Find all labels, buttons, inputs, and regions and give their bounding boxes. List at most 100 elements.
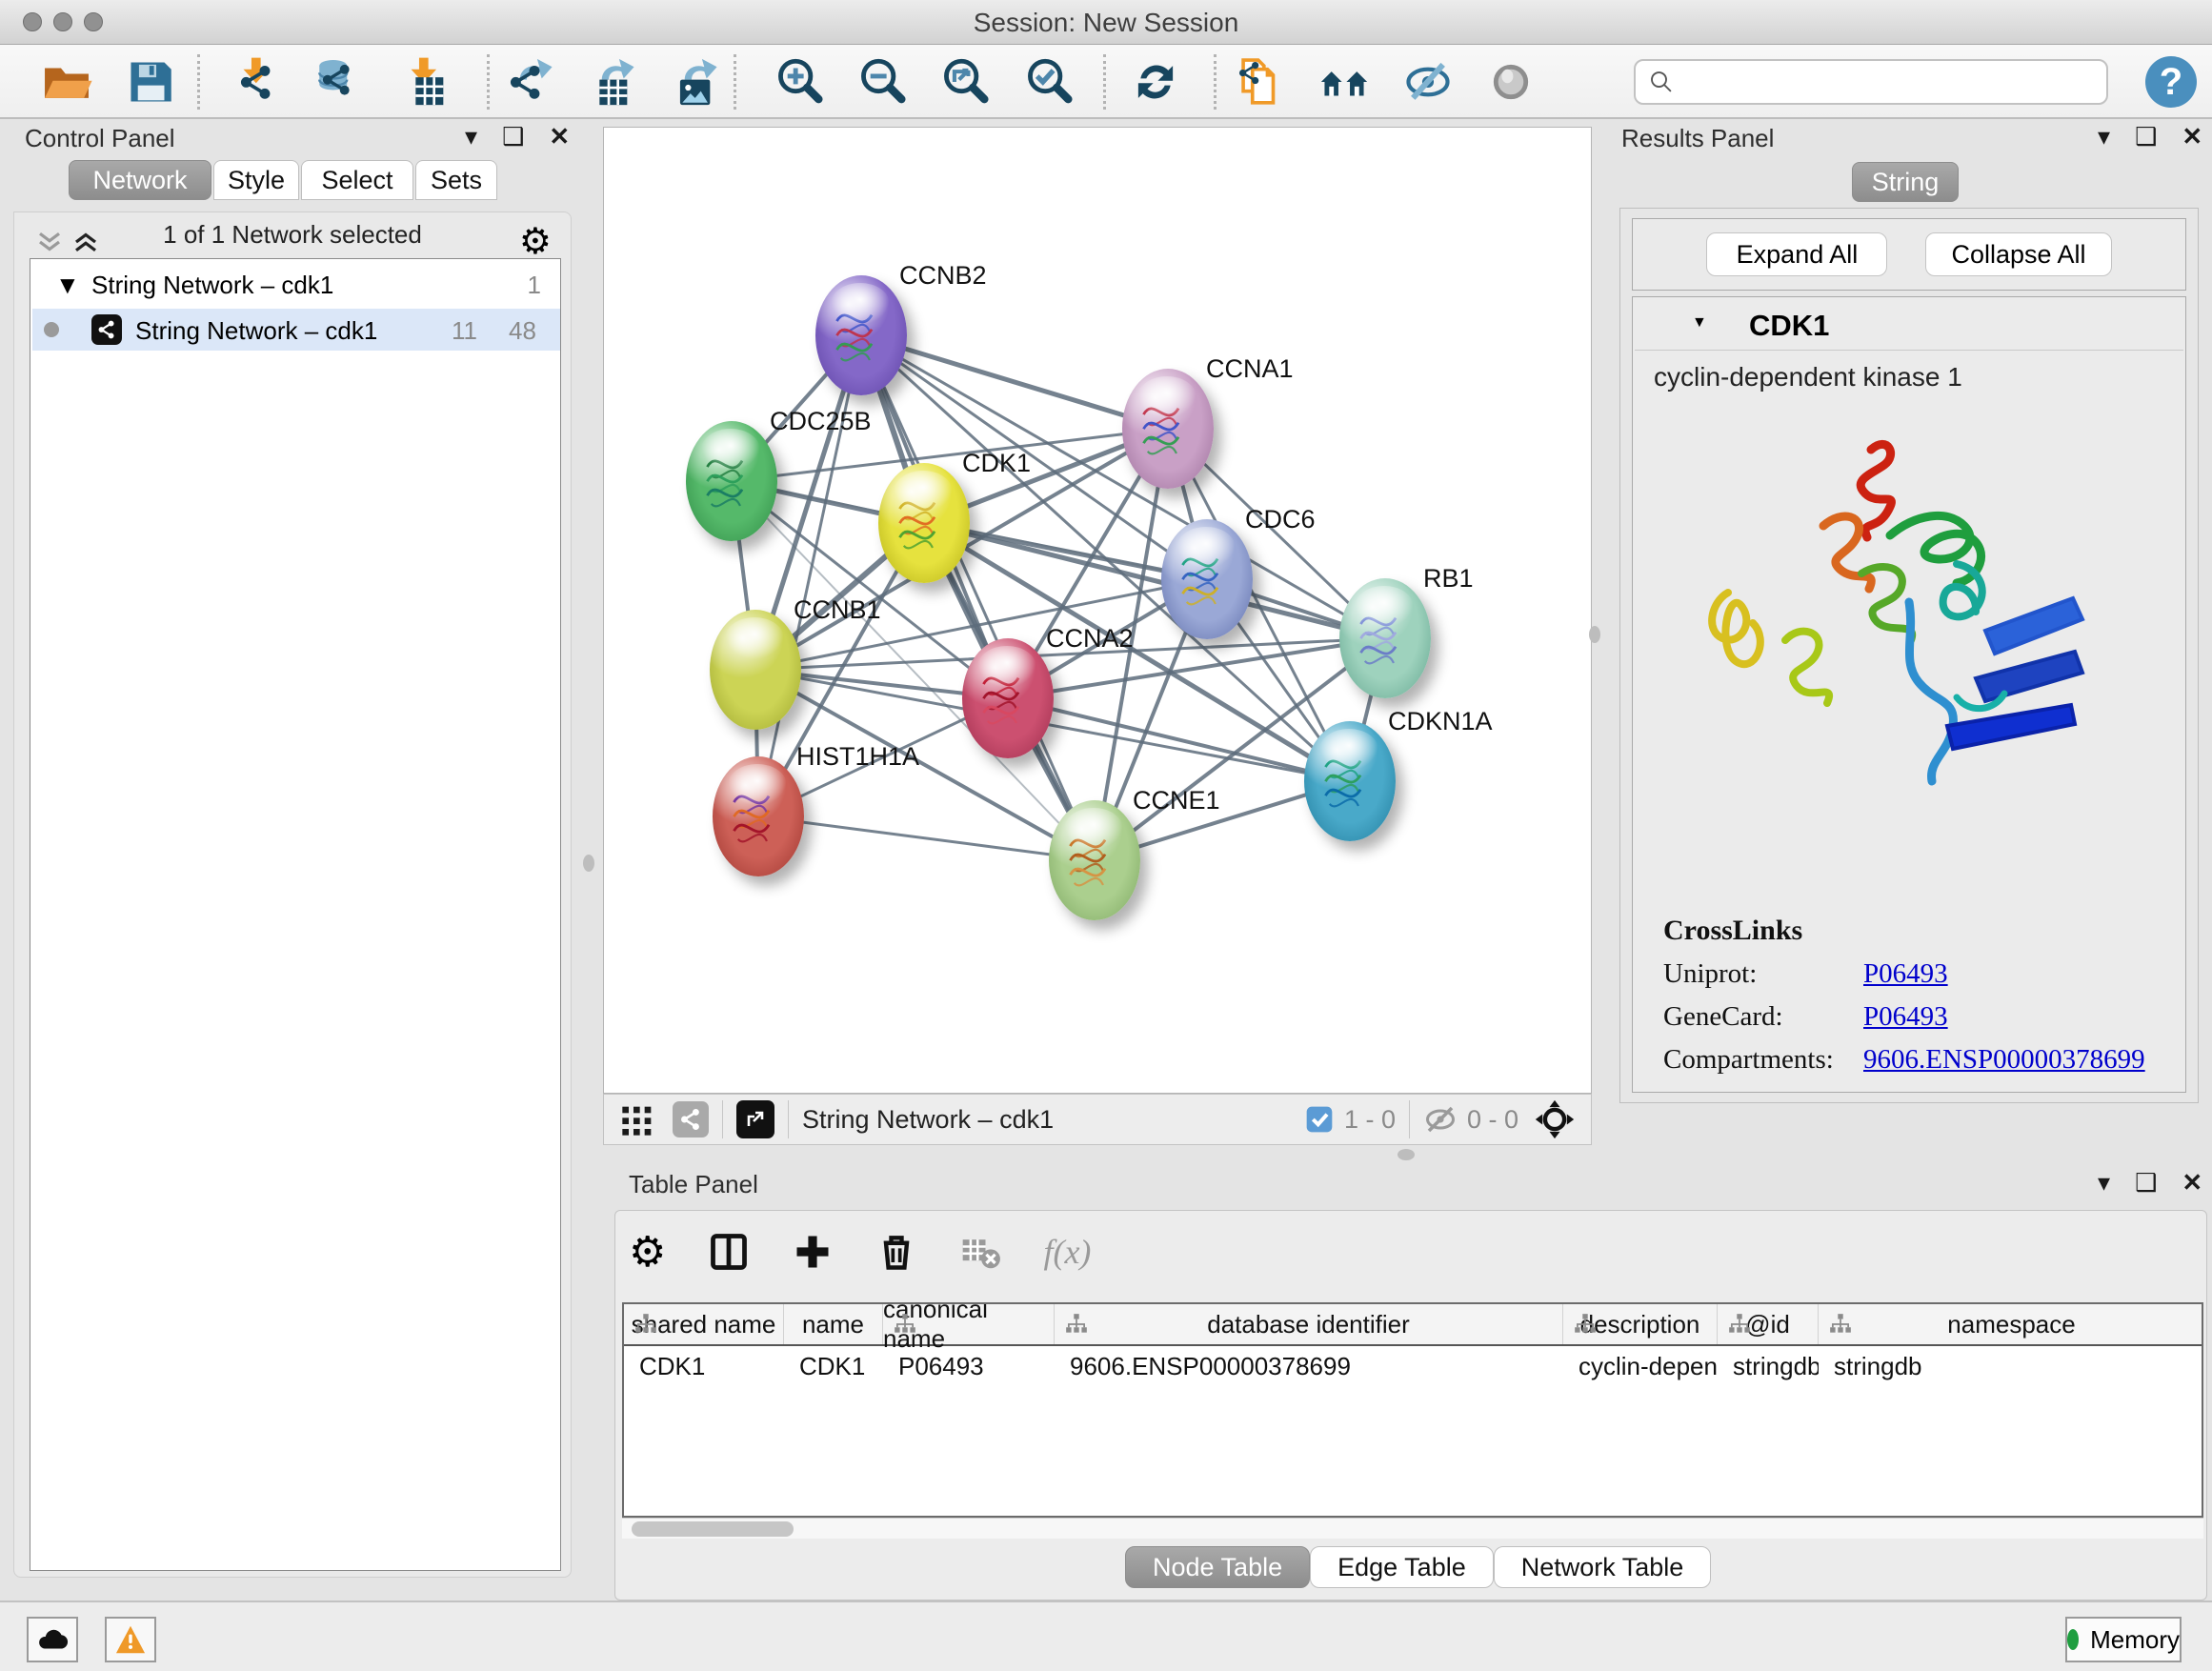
table-cell[interactable]: stringdb:9... (1718, 1346, 1819, 1386)
selected-checkbox-icon[interactable] (1304, 1104, 1335, 1135)
node-cdkn1a[interactable] (1304, 721, 1396, 841)
clone-network-button[interactable] (1229, 51, 1290, 112)
node-entry-header[interactable]: ▼ CDK1 (1635, 305, 2183, 351)
function-builder-icon[interactable]: f(x) (1043, 1232, 1091, 1272)
create-column-plus-icon[interactable] (792, 1231, 834, 1273)
table-horizontal-scrollbar[interactable] (622, 1518, 2203, 1539)
column-header-name[interactable]: name (784, 1304, 883, 1344)
save-session-button[interactable] (120, 51, 181, 112)
panel-float-icon[interactable]: ❑ (502, 122, 524, 151)
collapse-all-button[interactable]: Collapse All (1925, 232, 2111, 276)
collection-expand-icon[interactable]: ▼ (55, 271, 80, 300)
crosslink-link[interactable]: P06493 (1863, 958, 1948, 990)
zoom-in-button[interactable] (770, 51, 831, 112)
node-cdc6[interactable] (1161, 519, 1253, 639)
zoom-fit-button[interactable] (935, 51, 996, 112)
open-in-browser-icon[interactable] (736, 1100, 774, 1138)
expand-all-button[interactable]: Expand All (1706, 232, 1887, 276)
export-network-button[interactable] (496, 51, 557, 112)
table-options-gear-icon[interactable]: ⚙ (629, 1228, 666, 1277)
import-database-button[interactable] (310, 51, 371, 112)
column-label: database identifier (1207, 1310, 1409, 1339)
panel-close-icon[interactable]: ✕ (2182, 122, 2202, 151)
tab-select[interactable]: Select (301, 160, 413, 200)
memory-button[interactable]: Memory (2065, 1617, 2182, 1662)
warnings-button[interactable] (105, 1617, 156, 1662)
delete-column-trash-icon[interactable] (875, 1231, 917, 1273)
apply-layout-button[interactable] (1314, 51, 1375, 112)
table-cell[interactable]: CDK1 (624, 1346, 784, 1386)
network-canvas[interactable]: CCNB2CCNA1CDC25BCDK1CDC6RB1CCNB1CCNA2CDK… (603, 127, 1592, 1094)
node-ccna1[interactable] (1122, 369, 1214, 489)
tab-network-table[interactable]: Network Table (1494, 1546, 1712, 1588)
tab-string[interactable]: String (1852, 162, 1959, 202)
string-style-icon[interactable] (673, 1101, 709, 1137)
right-splitter-handle[interactable] (1589, 626, 1600, 643)
tab-node-table[interactable]: Node Table (1125, 1546, 1310, 1588)
panel-float-icon[interactable]: ❑ (2135, 122, 2157, 151)
node-cdk1[interactable] (878, 463, 970, 583)
panel-collapse-icon[interactable]: ▾ (465, 122, 477, 151)
network-collection-row[interactable]: ▼ String Network – cdk1 1 (30, 265, 560, 307)
node-cdc25b[interactable] (686, 421, 777, 541)
column-header--id[interactable]: @id (1718, 1304, 1819, 1344)
birdseye-grid-icon[interactable] (619, 1100, 657, 1138)
search-input[interactable] (1676, 63, 2106, 101)
refresh-view-button[interactable] (1125, 51, 1186, 112)
panel-float-icon[interactable]: ❑ (2135, 1168, 2157, 1198)
table-row[interactable]: CDK1CDK1P064939606.ENSP00000378699cyclin… (624, 1346, 2202, 1386)
network-row-selected[interactable]: String Network – cdk1 11 48 (32, 309, 560, 351)
open-session-button[interactable] (36, 51, 97, 112)
node-rb1[interactable] (1339, 578, 1431, 698)
column-header-database-identifier[interactable]: database identifier (1055, 1304, 1563, 1344)
table-cell[interactable]: cyclin-dependent ... (1563, 1346, 1718, 1386)
column-header-canonical-name[interactable]: canonical name (883, 1304, 1055, 1344)
node-hist1h1a[interactable] (713, 756, 804, 876)
help-button[interactable]: ? (2145, 56, 2197, 108)
delete-table-icon[interactable] (959, 1231, 1001, 1273)
left-splitter-handle[interactable] (583, 855, 594, 872)
zoom-selected-icon (1022, 54, 1077, 110)
tab-style[interactable]: Style (213, 160, 299, 200)
crosslink-link[interactable]: P06493 (1863, 1001, 1948, 1033)
export-table-icon (581, 54, 636, 110)
column-header-description[interactable]: description (1563, 1304, 1718, 1344)
zoom-selected-button[interactable] (1019, 51, 1080, 112)
bottom-splitter-handle[interactable] (1398, 1149, 1415, 1160)
export-image-button[interactable] (661, 51, 722, 112)
table-cell[interactable]: stringdb (1819, 1346, 2203, 1386)
fit-selected-crosshair-icon[interactable] (1534, 1098, 1576, 1140)
tab-edge-table[interactable]: Edge Table (1310, 1546, 1494, 1588)
panel-close-icon[interactable]: ✕ (2182, 1168, 2202, 1198)
panel-close-icon[interactable]: ✕ (549, 122, 570, 151)
search-box[interactable] (1634, 59, 2108, 105)
node-ccnb1[interactable] (710, 610, 801, 730)
show-all-button[interactable] (1480, 51, 1541, 112)
panel-collapse-icon[interactable]: ▾ (2098, 1168, 2110, 1198)
crosslink-link[interactable]: 9606.ENSP00000378699 (1863, 1044, 2145, 1076)
table-cell[interactable]: CDK1 (784, 1346, 883, 1386)
show-columns-icon[interactable] (708, 1231, 750, 1273)
table-cell[interactable]: 9606.ENSP00000378699 (1055, 1346, 1563, 1386)
panel-collapse-icon[interactable]: ▾ (2098, 122, 2110, 151)
column-header-namespace[interactable]: namespace (1819, 1304, 2203, 1344)
zoom-out-button[interactable] (853, 51, 914, 112)
network-selection-status: 1 of 1 Network selected (14, 220, 571, 250)
hide-selected-button[interactable] (1398, 51, 1458, 112)
cloud-status-button[interactable] (27, 1617, 78, 1662)
tab-sets[interactable]: Sets (415, 160, 497, 200)
tab-network[interactable]: Network (69, 160, 211, 200)
node-ccnb2[interactable] (815, 275, 907, 395)
crosslink-link[interactable]: 9606.ENSP00000378699 (1863, 1087, 2145, 1093)
shared-column-icon (1828, 1312, 1853, 1337)
network-options-gear-icon[interactable]: ⚙ (519, 220, 552, 263)
import-network-button[interactable] (227, 51, 288, 112)
hidden-eye-icon[interactable] (1423, 1102, 1458, 1137)
export-table-button[interactable] (578, 51, 639, 112)
node-ccna2[interactable] (962, 638, 1054, 758)
node-ccne1[interactable] (1049, 800, 1140, 920)
import-table-button[interactable] (394, 51, 455, 112)
scrollbar-thumb[interactable] (632, 1521, 794, 1537)
column-header-shared-name[interactable]: shared name (624, 1304, 784, 1344)
entry-collapse-icon[interactable]: ▼ (1692, 314, 1707, 332)
